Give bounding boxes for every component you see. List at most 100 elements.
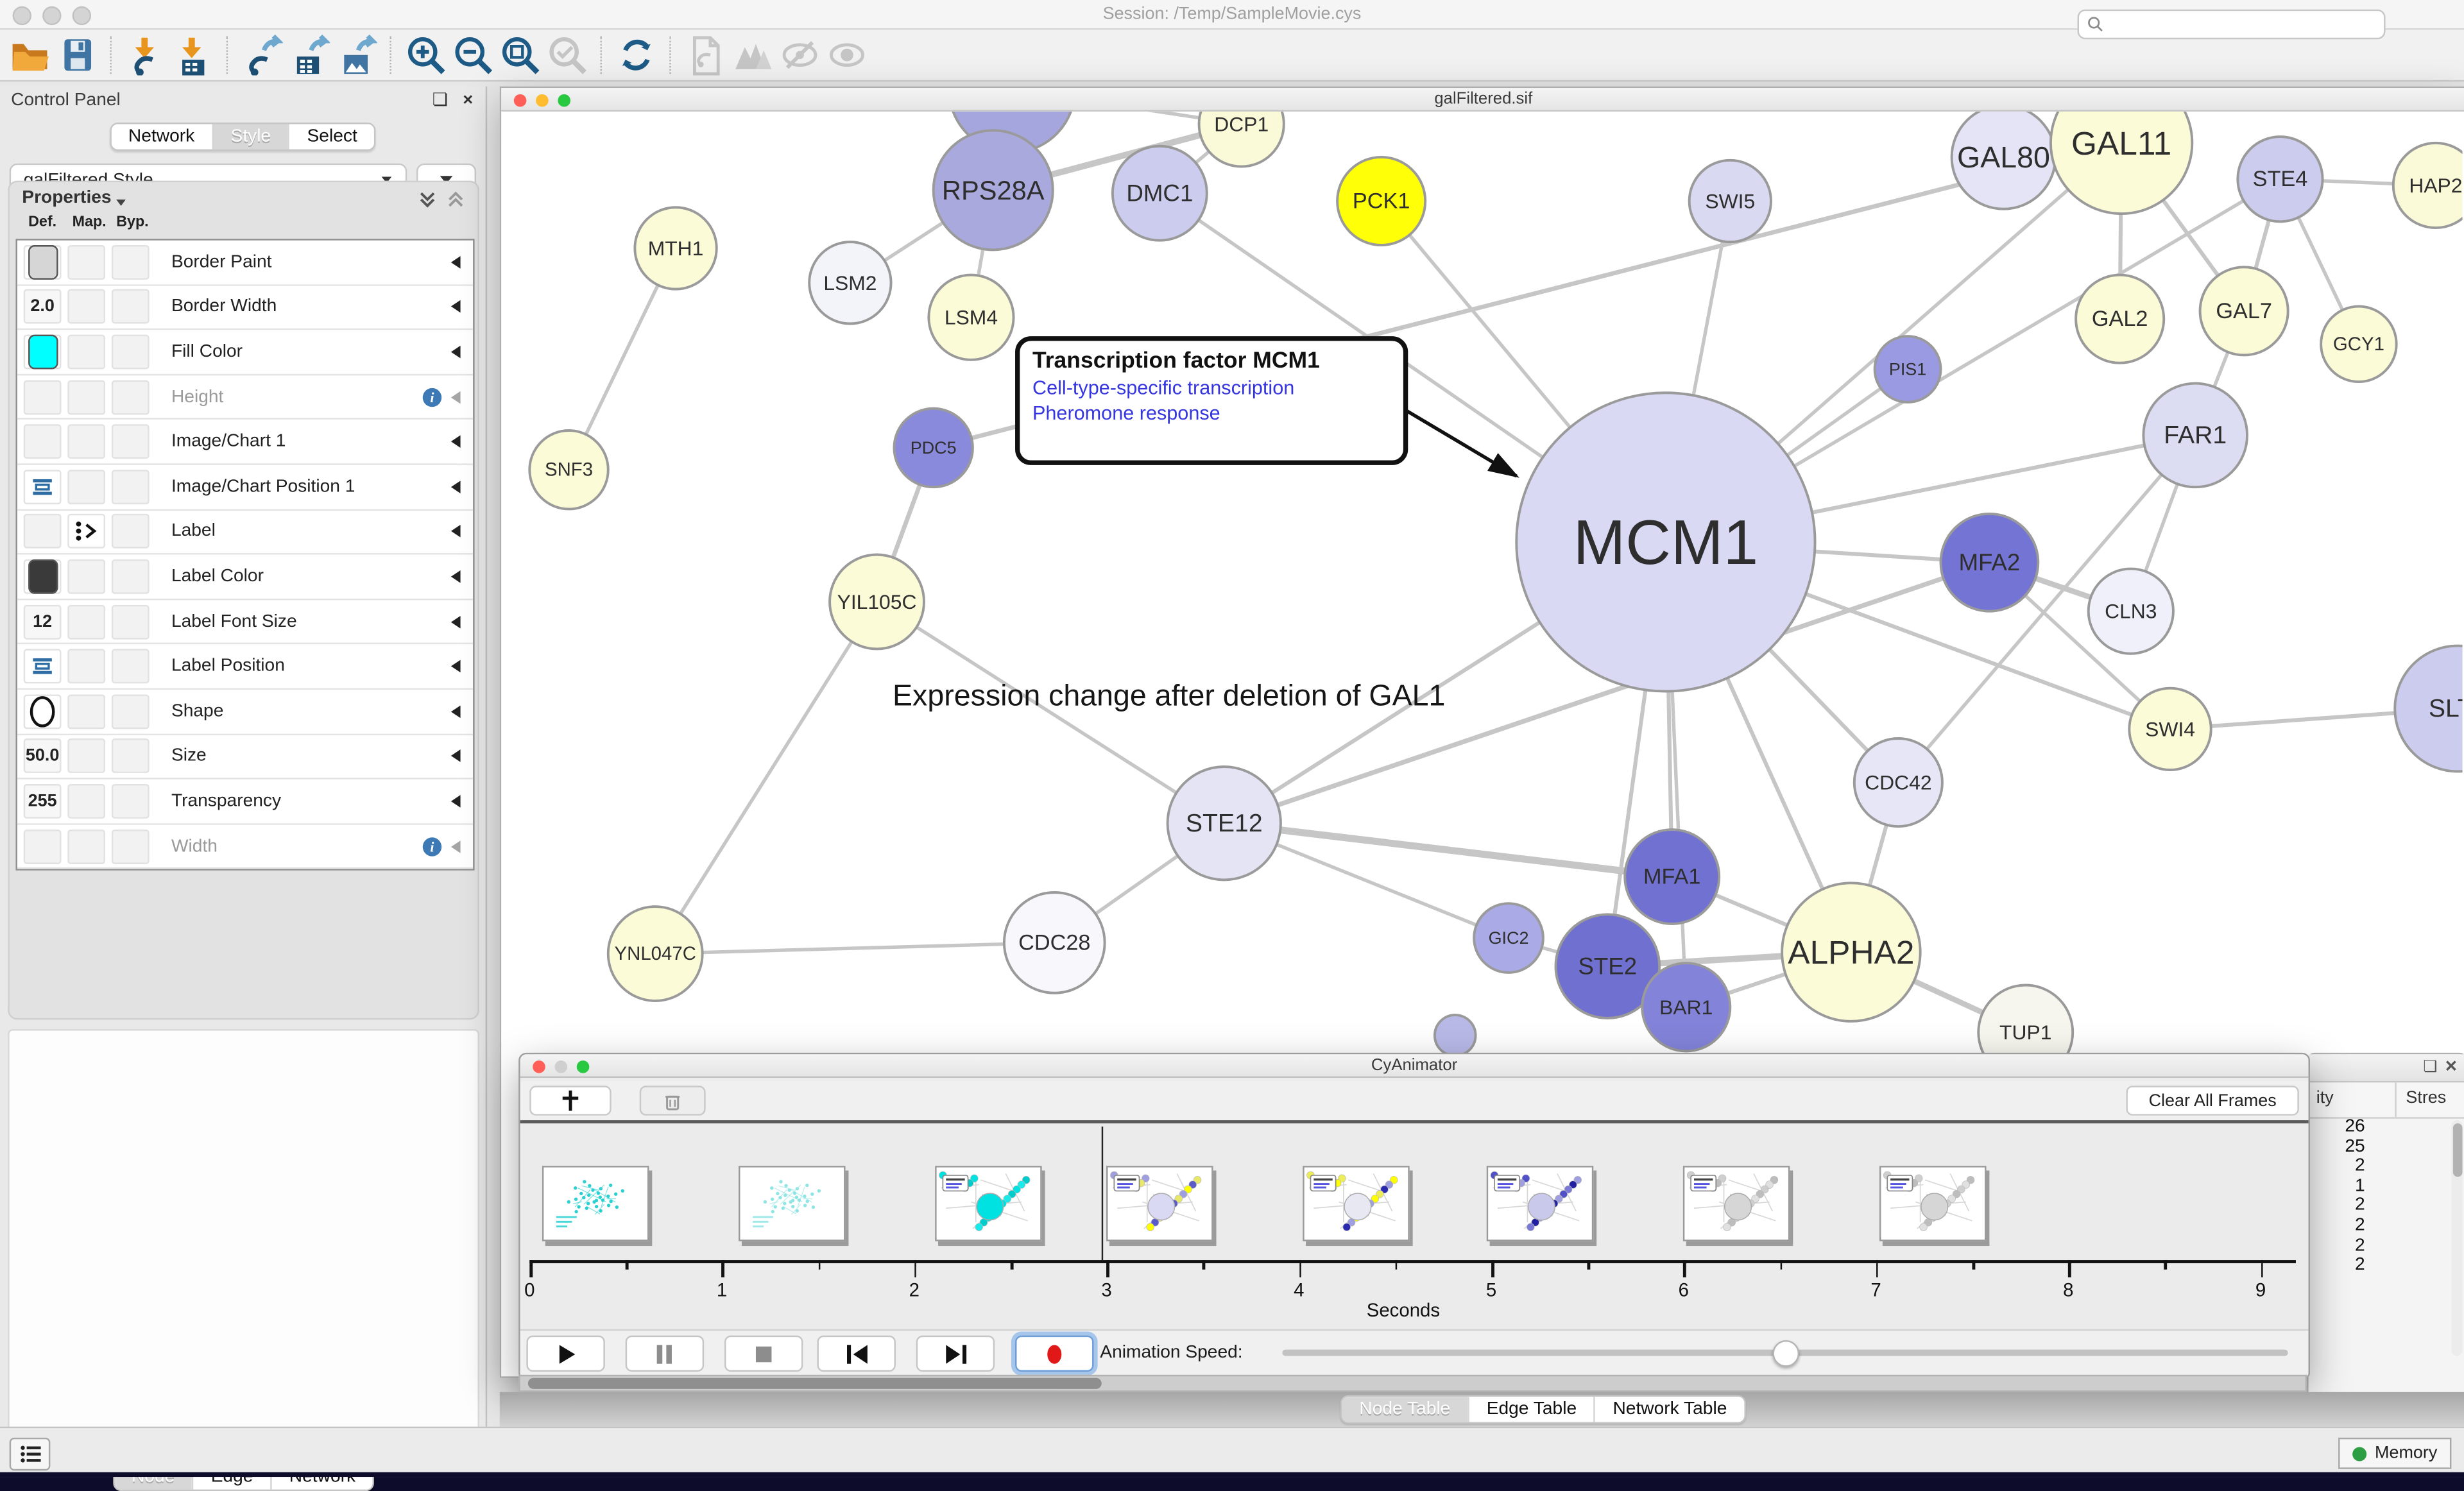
frame-thumbnail-3[interactable] xyxy=(1106,1166,1213,1241)
bypass-cell[interactable] xyxy=(112,380,150,414)
property-row-shape[interactable]: Shape xyxy=(17,690,473,735)
bypass-cell[interactable] xyxy=(112,604,150,639)
open-session-icon[interactable] xyxy=(6,35,53,76)
group-nodes-icon[interactable] xyxy=(729,35,776,76)
property-row-border-width[interactable]: 2.0Border Width xyxy=(17,285,473,330)
bypass-cell[interactable] xyxy=(112,335,150,370)
mapping-cell[interactable] xyxy=(67,245,105,280)
default-value-cell[interactable] xyxy=(24,649,62,684)
zoom-selected-icon[interactable] xyxy=(543,35,590,76)
bypass-cell[interactable] xyxy=(112,649,150,684)
table-cell-value[interactable]: 25 xyxy=(2309,1137,2365,1157)
export-table-icon[interactable] xyxy=(286,35,333,76)
scrollbar-thumb[interactable] xyxy=(2452,1123,2462,1177)
import-table-icon[interactable] xyxy=(169,35,216,76)
default-value-cell[interactable] xyxy=(24,245,62,280)
expand-property-icon[interactable] xyxy=(451,525,461,538)
bypass-cell[interactable] xyxy=(112,739,150,774)
expand-property-icon[interactable] xyxy=(451,615,461,628)
frame-thumbnail-5[interactable] xyxy=(1487,1166,1594,1241)
default-value-cell[interactable] xyxy=(24,335,62,370)
property-row-label-position[interactable]: Label Position xyxy=(17,645,473,690)
timeline-playhead[interactable] xyxy=(1101,1127,1104,1260)
zoom-in-icon[interactable] xyxy=(402,35,449,76)
bypass-cell[interactable] xyxy=(112,245,150,280)
default-value-cell[interactable] xyxy=(24,559,62,594)
refresh-layout-icon[interactable] xyxy=(613,35,660,76)
property-row-transparency[interactable]: 255Transparency xyxy=(17,780,473,824)
table-cell-value[interactable]: 2 xyxy=(2309,1197,2365,1216)
expand-property-icon[interactable] xyxy=(451,795,461,808)
search-input[interactable] xyxy=(2110,13,2376,35)
bypass-cell[interactable] xyxy=(112,784,150,819)
export-network-icon[interactable] xyxy=(239,35,286,76)
pause-button[interactable] xyxy=(626,1336,704,1372)
default-value-cell[interactable]: 50.0 xyxy=(24,739,62,774)
expand-property-icon[interactable] xyxy=(451,436,461,448)
table-cell-value[interactable]: 2 xyxy=(2309,1236,2365,1256)
float-panel-icon[interactable]: ❏ xyxy=(2423,1059,2437,1077)
edge-YIL105C-YNL047C[interactable] xyxy=(655,602,877,954)
tab-edge-table[interactable]: Edge Table xyxy=(1467,1397,1594,1422)
delete-frame-button[interactable] xyxy=(640,1086,706,1116)
table-cell-value[interactable]: 26 xyxy=(2309,1117,2365,1137)
memory-button[interactable]: Memory xyxy=(2339,1438,2452,1469)
table-column-header[interactable]: ity xyxy=(2316,1089,2334,1107)
stop-button[interactable] xyxy=(724,1336,803,1372)
mapping-cell[interactable] xyxy=(67,425,105,459)
prev-frame-button[interactable] xyxy=(817,1336,895,1372)
annotation-link[interactable]: Pheromone response xyxy=(1032,402,1390,424)
search-field[interactable] xyxy=(2078,10,2386,40)
table-cell-value[interactable]: 2 xyxy=(2309,1216,2365,1236)
mapping-cell[interactable] xyxy=(67,784,105,819)
default-value-cell[interactable]: 255 xyxy=(24,784,62,819)
expand-property-icon[interactable] xyxy=(451,256,461,269)
expand-property-icon[interactable] xyxy=(451,301,461,314)
bypass-cell[interactable] xyxy=(112,515,150,549)
bypass-cell[interactable] xyxy=(112,470,150,504)
frame-thumbnail-0[interactable] xyxy=(542,1166,649,1241)
close-panel-icon[interactable]: ✕ xyxy=(2445,1059,2458,1077)
default-value-cell[interactable] xyxy=(24,515,62,549)
close-panel-icon[interactable]: × xyxy=(463,92,473,110)
default-value-cell[interactable] xyxy=(24,380,62,414)
cyanimator-title-bar[interactable]: CyAnimator xyxy=(520,1054,2309,1078)
info-icon[interactable]: i xyxy=(423,837,441,855)
show-panels-button[interactable] xyxy=(10,1438,51,1470)
property-row-size[interactable]: 50.0Size xyxy=(17,735,473,780)
table-cell-value[interactable]: 2 xyxy=(2309,1256,2365,1275)
default-value-cell[interactable] xyxy=(24,694,62,729)
property-row-height[interactable]: Heighti xyxy=(17,375,473,420)
expand-property-icon[interactable] xyxy=(451,840,461,853)
expand-property-icon[interactable] xyxy=(451,660,461,673)
export-image-icon[interactable] xyxy=(333,35,380,76)
property-row-label-font-size[interactable]: 12Label Font Size xyxy=(17,600,473,645)
hide-selected-icon[interactable] xyxy=(776,35,823,76)
save-session-icon[interactable] xyxy=(53,35,100,76)
frame-thumbnail-7[interactable] xyxy=(1879,1166,1987,1241)
mapping-cell[interactable] xyxy=(67,470,105,504)
duplicate-network-icon[interactable] xyxy=(682,35,729,76)
annotation-link[interactable]: Cell-type-specific transcription xyxy=(1032,377,1390,399)
zoom-fit-icon[interactable] xyxy=(497,35,543,76)
tab-select[interactable]: Select xyxy=(288,124,375,149)
mapping-cell[interactable] xyxy=(67,739,105,774)
bypass-cell[interactable] xyxy=(112,559,150,594)
frame-thumbnail-6[interactable] xyxy=(1683,1166,1790,1241)
frame-thumbnail-1[interactable] xyxy=(739,1166,846,1241)
tab-style[interactable]: Style xyxy=(212,124,288,149)
table-column-header[interactable]: Stres xyxy=(2406,1089,2446,1107)
property-row-fill-color[interactable]: Fill Color xyxy=(17,330,473,375)
tab-node-table[interactable]: Node Table xyxy=(1342,1397,1467,1422)
bypass-cell[interactable] xyxy=(112,425,150,459)
expand-property-icon[interactable] xyxy=(451,570,461,583)
default-value-cell[interactable] xyxy=(24,829,62,864)
default-value-cell[interactable]: 12 xyxy=(24,604,62,639)
mapping-cell[interactable] xyxy=(67,604,105,639)
table-horizontal-scrollbar[interactable] xyxy=(518,1375,2307,1392)
expand-property-icon[interactable] xyxy=(451,391,461,404)
mapping-cell[interactable] xyxy=(67,829,105,864)
play-button[interactable] xyxy=(526,1336,604,1372)
property-row-image-chart-position-1[interactable]: Image/Chart Position 1 xyxy=(17,465,473,510)
expand-all-icon[interactable] xyxy=(418,190,436,209)
